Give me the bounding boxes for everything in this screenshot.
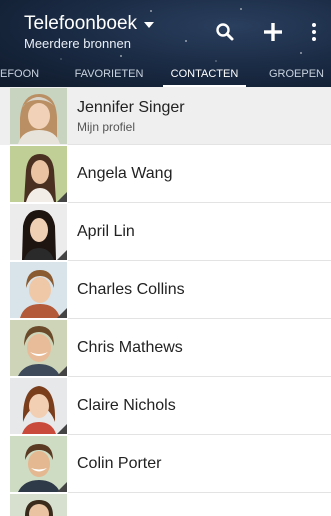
tab-groepen[interactable]: GROEPEN — [262, 64, 331, 87]
contact-row-angela-wang[interactable]: Angela Wang — [0, 145, 331, 203]
contact-info: April Lin — [77, 203, 135, 261]
app-header: Telefoonboek Meerdere bronnen EFOON FAVO… — [0, 0, 331, 87]
search-button[interactable] — [201, 14, 249, 50]
contact-info: Angela Wang — [77, 145, 172, 203]
tab-telefoon[interactable]: EFOON — [0, 64, 50, 87]
contact-row-partial[interactable] — [0, 493, 331, 516]
action-bar — [201, 14, 331, 50]
contact-corner-marker — [57, 308, 67, 318]
contact-info: Chris Mathews — [77, 319, 183, 377]
avatar — [10, 436, 67, 492]
contact-row-charles-collins[interactable]: Charles Collins — [0, 261, 331, 319]
more-vertical-icon — [312, 23, 316, 41]
contact-corner-marker — [57, 482, 67, 492]
avatar — [10, 88, 67, 144]
plus-icon — [264, 23, 282, 41]
app-title: Telefoonboek — [24, 13, 138, 34]
avatar — [10, 262, 67, 318]
contact-corner-marker — [57, 366, 67, 376]
avatar — [10, 494, 67, 516]
contact-name: Chris Mathews — [77, 339, 183, 356]
avatar — [10, 146, 67, 202]
contact-info: Charles Collins — [77, 261, 185, 319]
contact-row-claire-nichols[interactable]: Claire Nichols — [0, 377, 331, 435]
add-contact-button[interactable] — [249, 14, 297, 50]
avatar — [10, 320, 67, 376]
contact-corner-marker — [57, 424, 67, 434]
tab-contacten[interactable]: CONTACTEN — [163, 64, 246, 87]
contact-info: Colin Porter — [77, 435, 161, 493]
profile-label: Mijn profiel — [77, 119, 136, 134]
contact-row-colin-porter[interactable]: Colin Porter — [0, 435, 331, 493]
contact-row-chris-mathews[interactable]: Chris Mathews — [0, 319, 331, 377]
contact-corner-marker — [57, 250, 67, 260]
phonebook-source-selector[interactable]: Telefoonboek Meerdere bronnen — [24, 13, 155, 52]
contact-corner-marker — [57, 192, 67, 202]
contact-info: Claire Nichols — [77, 377, 176, 435]
app-subtitle: Meerdere bronnen — [24, 36, 131, 51]
contact-row-april-lin[interactable]: April Lin — [0, 203, 331, 261]
more-options-button[interactable] — [297, 14, 331, 50]
contact-name: Angela Wang — [77, 165, 173, 182]
contact-name: Jennifer Singer — [77, 98, 185, 116]
tab-favorieten[interactable]: FAVORIETEN — [68, 64, 150, 87]
contact-row-jennifer-singer[interactable]: Jennifer Singer Mijn profiel — [0, 87, 331, 145]
avatar — [10, 378, 67, 434]
avatar — [10, 204, 67, 260]
dropdown-caret-icon — [144, 22, 155, 28]
search-icon — [216, 23, 234, 41]
contact-info: Jennifer Singer Mijn profiel — [77, 87, 185, 145]
contact-name: April Lin — [77, 223, 135, 240]
contact-name: Colin Porter — [77, 455, 162, 472]
tab-bar: EFOON FAVORIETEN CONTACTEN GROEPEN — [0, 64, 331, 87]
contact-name: Charles Collins — [77, 281, 185, 298]
contact-name: Claire Nichols — [77, 397, 176, 414]
